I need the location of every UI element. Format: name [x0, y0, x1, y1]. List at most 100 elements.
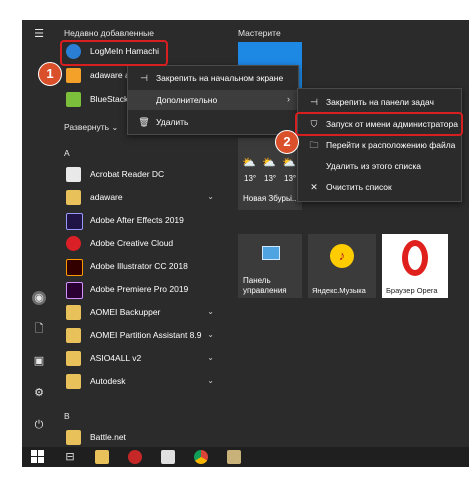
menu-item-label: Перейти к расположению файла: [326, 140, 456, 150]
chevron-down-icon: ⌄: [207, 330, 214, 339]
chevron-down-icon: ⌄: [207, 192, 214, 201]
recent-item-label: adaware a: [90, 70, 130, 80]
menu-item-label: Закрепить на панели задач: [326, 97, 434, 107]
taskbar: ⊟: [22, 447, 469, 467]
hamburger-icon[interactable]: ☰: [31, 27, 47, 41]
app-creative-cloud[interactable]: Adobe Creative Cloud: [60, 234, 222, 254]
weather-city: Новая Збурьі...: [243, 194, 299, 203]
weather-temp: 13°: [244, 174, 257, 183]
illustrator-icon: [66, 259, 83, 276]
tile-control-panel[interactable]: Панель управления: [238, 234, 302, 298]
opera-icon: [402, 240, 428, 276]
tile-yandex-music[interactable]: ♪ Яндекс.Музыка: [308, 234, 376, 298]
menu-item-open-location[interactable]: 🗀 Перейти к расположению файла: [298, 135, 461, 155]
section-letter-b[interactable]: B: [64, 411, 70, 421]
menu-item-remove-list[interactable]: Удалить из этого списка: [298, 156, 461, 176]
expand-button[interactable]: Развернуть ⌄: [64, 122, 118, 132]
windows-start-icon[interactable]: [31, 450, 44, 463]
pictures-icon[interactable]: ▣: [31, 354, 47, 368]
menu-item-pin-taskbar[interactable]: ⊣ Закрепить на панели задач: [298, 92, 461, 112]
app-aomei-backupper[interactable]: AOMEI Backupper ⌄: [60, 303, 222, 323]
step-badge-1: 1: [38, 62, 62, 86]
calculator-icon[interactable]: [161, 450, 175, 464]
chevron-down-icon: ⌄: [207, 376, 214, 385]
highlight-hamachi: [60, 40, 168, 66]
after-effects-icon: [66, 213, 83, 230]
menu-item-label: Удалить из этого списка: [326, 161, 421, 171]
app-label: Acrobat Reader DC: [90, 169, 165, 179]
weather-temp: 13°: [284, 174, 297, 183]
tile-label: Панель: [243, 276, 271, 285]
close-icon: ✕: [310, 182, 318, 192]
settings-gear-icon[interactable]: ⚙: [31, 386, 47, 400]
document-icon[interactable]: 🗋: [31, 322, 47, 336]
app-label: ASIO4ALL v2: [90, 353, 142, 363]
context-menu-submenu: ⊣ Закрепить на панели задач ⛉ Запуск от …: [297, 88, 462, 202]
app-after-effects[interactable]: Adobe After Effects 2019: [60, 211, 222, 231]
task-view-icon[interactable]: ⊟: [63, 450, 77, 464]
app-label: Adobe Creative Cloud: [90, 238, 174, 248]
app-acrobat[interactable]: Acrobat Reader DC: [60, 165, 222, 185]
app-label: Autodesk: [90, 376, 126, 386]
folder-open-icon: 🗀: [309, 140, 319, 150]
creative-cloud-icon: [66, 236, 81, 251]
menu-item-pin-start[interactable]: ⊣ Закрепить на начальном экране: [128, 68, 298, 88]
chevron-down-icon: ⌄: [207, 353, 214, 362]
power-icon[interactable]: ⏻: [31, 418, 47, 432]
cloud-sun-icon: ⛅: [242, 157, 256, 169]
app-aomei-partition[interactable]: AOMEI Partition Assistant 8.9 ⌄: [60, 326, 222, 346]
tile-opera[interactable]: Браузер Opera: [382, 234, 448, 298]
recent-header: Недавно добавленные: [64, 28, 154, 38]
app-label: AOMEI Backupper: [90, 307, 161, 317]
start-menu: ☰ ◉ 🗋 ▣ ⚙ ⏻ Недавно добавленные LogMeIn …: [22, 20, 469, 467]
app-adaware-folder[interactable]: adaware ⌄: [60, 188, 222, 208]
menu-item-delete[interactable]: 🗑 Удалить: [128, 112, 298, 132]
acrobat-icon: [66, 167, 81, 182]
app-battlenet[interactable]: Battle.net: [60, 428, 222, 448]
app-label: AOMEI Partition Assistant 8.9: [90, 330, 202, 340]
app-label: Battle.net: [90, 432, 126, 442]
app-autodesk[interactable]: Autodesk ⌄: [60, 372, 222, 392]
chevron-right-icon: ›: [287, 94, 290, 104]
control-panel-icon: [262, 246, 280, 260]
step-badge-2: 2: [275, 130, 299, 154]
menu-item-clear-list[interactable]: ✕ Очистить список: [298, 177, 461, 197]
folder-icon: [66, 305, 81, 320]
folder-icon: [66, 374, 81, 389]
user-avatar-icon[interactable]: ◉: [32, 291, 46, 305]
adaware-icon: [66, 68, 81, 83]
tile-label: Браузер Opera: [386, 286, 438, 295]
cloud-sun-icon: ⛅: [282, 157, 296, 169]
explorer-icon[interactable]: [95, 450, 109, 464]
app-illustrator[interactable]: Adobe Illustrator CC 2018: [60, 257, 222, 277]
bluestacks-icon: [66, 92, 81, 107]
app-label: Adobe After Effects 2019: [90, 215, 184, 225]
premiere-icon: [66, 282, 83, 299]
app-taskbar-icon[interactable]: [227, 450, 241, 464]
highlight-run-as-admin: [295, 112, 463, 136]
chevron-down-icon: ⌄: [207, 307, 214, 316]
app-red-icon[interactable]: [128, 450, 142, 464]
menu-item-label: Дополнительно: [156, 95, 218, 105]
yandex-music-icon: ♪: [330, 244, 354, 268]
menu-item-more[interactable]: Дополнительно ›: [128, 90, 298, 110]
section-letter-a[interactable]: A: [64, 148, 70, 158]
menu-item-label: Очистить список: [326, 182, 392, 192]
tiles-header: Мастерите: [238, 28, 281, 38]
trash-icon: 🗑: [138, 117, 150, 127]
app-premiere[interactable]: Adobe Premiere Pro 2019: [60, 280, 222, 300]
app-label: Adobe Illustrator CC 2018: [90, 261, 188, 271]
pin-icon: ⊣: [140, 73, 148, 83]
cloud-sun-icon: ⛅: [262, 157, 276, 169]
expand-label: Развернуть: [64, 122, 110, 132]
app-asio4all[interactable]: ASIO4ALL v2 ⌄: [60, 349, 222, 369]
context-menu-primary: ⊣ Закрепить на начальном экране Дополнит…: [127, 65, 299, 135]
menu-item-label: Удалить: [156, 117, 189, 127]
chrome-icon[interactable]: [194, 450, 208, 464]
folder-icon: [66, 190, 81, 205]
app-label: Adobe Premiere Pro 2019: [90, 284, 189, 294]
folder-icon: [66, 328, 81, 343]
menu-item-label: Закрепить на начальном экране: [156, 73, 284, 83]
weather-temp: 13°: [264, 174, 277, 183]
tile-label: управления: [243, 286, 287, 295]
